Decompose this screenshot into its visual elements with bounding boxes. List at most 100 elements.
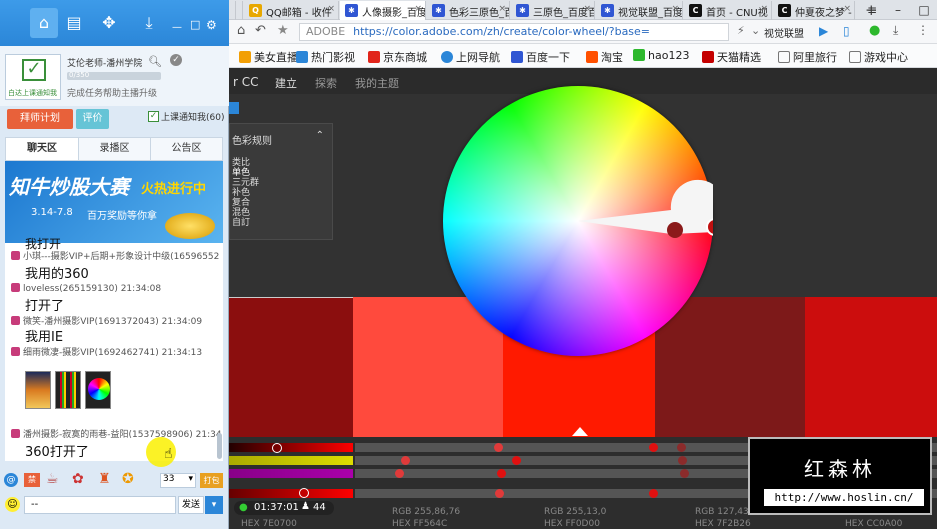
bookmark-hao123[interactable]: hao123 (633, 49, 689, 62)
slider-dot[interactable] (649, 443, 658, 452)
rule-custom[interactable]: 自訂 (232, 218, 250, 228)
chevron-up-icon[interactable]: ⌃ (316, 130, 324, 141)
tab-cnu-home[interactable]: C 首页 - CNU视 × (684, 1, 772, 20)
rule-triad[interactable]: 三元群 (232, 178, 259, 188)
close-tab-icon[interactable]: × (583, 4, 591, 14)
slider-dot[interactable] (677, 443, 686, 452)
bookmark-jd[interactable]: 京东商城 (368, 49, 427, 65)
minimize-button[interactable]: — (172, 22, 182, 33)
promo-banner[interactable]: 知牛炒股大赛 火热进行中 3.14-7.8 百万奖励等你拿 (5, 161, 223, 243)
slider-dot[interactable] (494, 443, 503, 452)
close-tab-icon[interactable]: × (671, 4, 679, 14)
maximize-button[interactable]: □ (911, 0, 937, 20)
notify-checkbox[interactable]: ✓ (148, 111, 159, 122)
chat-scrollbar[interactable] (217, 433, 222, 459)
slider-dot[interactable] (497, 469, 506, 478)
bookmark-baidu[interactable]: 百度一下 (511, 49, 570, 65)
mentor-plan-button[interactable]: 拜师计划 (7, 109, 73, 129)
restore-button[interactable]: □ (190, 18, 200, 31)
send-options-icon[interactable]: ▾ (205, 496, 223, 514)
grid-icon[interactable]: ⋮ (917, 23, 929, 37)
home-icon[interactable]: ⌂ (33, 12, 55, 34)
nav-explore[interactable]: 探索 (315, 75, 337, 91)
phone-icon[interactable]: ▯ (843, 24, 850, 38)
nav-my-themes[interactable]: 我的主题 (355, 75, 399, 91)
coffee-icon[interactable]: ☕ (46, 471, 59, 487)
close-tab-icon[interactable]: × (760, 4, 768, 14)
bookmark-games[interactable]: 游戏中心 (849, 49, 908, 65)
list-icon[interactable]: ▤ (63, 12, 85, 34)
rule-complementary[interactable]: 补色 (232, 188, 250, 198)
chevron-down-icon[interactable]: ⌄ (751, 24, 760, 37)
green-slider[interactable] (229, 456, 353, 465)
tab-cnu-dream[interactable]: C 仲夏夜之梦 - × (773, 1, 855, 20)
tab-portrait[interactable]: ✱ 人像摄影_百度 × (340, 1, 426, 20)
bookmark-taobao[interactable]: 淘宝 (586, 49, 623, 65)
tab-chat[interactable]: 聊天区 (6, 138, 78, 160)
undo-icon[interactable]: ↶ (255, 23, 266, 38)
close-tab-partial[interactable] (229, 1, 243, 20)
image-thumbnail[interactable] (55, 371, 81, 409)
tab-announcements[interactable]: 公告区 (150, 138, 222, 160)
gamepad-icon[interactable]: ✥ (98, 12, 120, 34)
bookmark-live[interactable]: 美女直播 (239, 49, 298, 65)
emoji-icon[interactable]: ☺ (5, 497, 20, 512)
close-tab-icon[interactable]: × (498, 4, 506, 14)
tab-visual-union[interactable]: ✱ 视觉联盟_百度 × (596, 1, 683, 20)
close-tab-icon[interactable]: × (843, 4, 851, 14)
swatch-5[interactable] (805, 297, 937, 437)
url-input[interactable]: ADOBE https://color.adobe.com/zh/create/c… (299, 23, 729, 41)
slider-dot[interactable] (395, 469, 404, 478)
rule-panel-header[interactable]: 色彩规则 ⌃ (230, 130, 332, 147)
reward-icon[interactable]: ✪ (122, 471, 134, 487)
slider-dot[interactable] (401, 456, 410, 465)
tab-recordings[interactable]: 录播区 (78, 138, 150, 160)
bookmark-tmall[interactable]: 天猫精选 (702, 49, 761, 65)
slider-dot[interactable] (680, 469, 689, 478)
slider-dot[interactable] (678, 456, 687, 465)
search-box[interactable]: 视觉联盟 (764, 25, 804, 40)
star-icon[interactable]: ★ (277, 23, 289, 38)
download-icon[interactable]: ⤓ (893, 23, 898, 38)
rule-analogous[interactable]: 类比 (232, 158, 250, 168)
slider-dot[interactable] (649, 489, 658, 498)
send-button[interactable]: 发送 (178, 496, 204, 514)
image-thumbnail[interactable] (85, 371, 111, 409)
forbid-icon[interactable]: 禁 (24, 473, 40, 487)
bookmark-nav[interactable]: 上网导航 (441, 49, 500, 65)
panel-tab[interactable] (229, 102, 239, 114)
play-icon[interactable]: ▶ (819, 24, 828, 38)
search-badge-icon[interactable]: 🔍︎ (148, 55, 162, 68)
gift-count-select[interactable]: 33 ▾ (160, 473, 196, 488)
send-gift-button[interactable]: 打包 (200, 473, 223, 488)
slider-dot[interactable] (495, 489, 504, 498)
home-icon[interactable]: ⌂ (237, 23, 245, 38)
download-icon[interactable]: ⤓ (138, 12, 160, 34)
wechat-icon[interactable]: ● (869, 23, 880, 38)
color-wheel[interactable] (443, 86, 713, 356)
avatar[interactable]: ✓ 白达上课通知我 (5, 54, 61, 100)
car-icon[interactable]: ♜ (98, 471, 111, 487)
settings-icon[interactable]: ⚙ (206, 18, 217, 32)
brightness-slider[interactable] (229, 489, 353, 498)
wheel-handle[interactable] (667, 222, 683, 238)
rule-monochromatic[interactable]: 单色 (232, 168, 250, 178)
bookmark-video[interactable]: 热门影视 (296, 49, 355, 65)
gift-box-icon[interactable]: ✿ (72, 471, 84, 487)
slider-knob[interactable] (299, 488, 309, 498)
red-slider[interactable] (229, 443, 353, 452)
at-icon[interactable]: @ (4, 473, 18, 487)
rule-compound[interactable]: 复合 (232, 198, 250, 208)
tab-color-primary[interactable]: ✱色彩三原色_百度× (427, 1, 510, 20)
slider-dot[interactable] (512, 456, 521, 465)
lightning-icon[interactable]: ⚡ (737, 24, 745, 37)
image-thumbnail[interactable] (25, 371, 51, 409)
tab-qq-mail[interactable]: Q QQ邮箱 - 收件 × (244, 1, 339, 20)
minimize-button[interactable]: – (885, 0, 911, 20)
slider-knob[interactable] (272, 443, 282, 453)
blue-slider[interactable] (229, 469, 353, 478)
menu-icon[interactable]: ≡ (859, 0, 885, 20)
swatch-1[interactable] (229, 297, 353, 437)
close-tab-icon[interactable]: × (414, 4, 422, 14)
chat-input[interactable]: -- (24, 496, 176, 514)
